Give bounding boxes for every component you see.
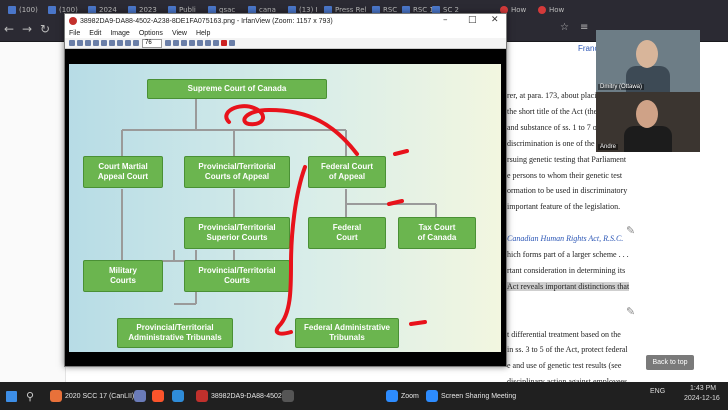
video-tile-dmitry: Dmitry (Ottawa) (596, 30, 700, 92)
print-icon[interactable] (85, 40, 91, 46)
edit-icon[interactable]: ✎ (626, 224, 638, 237)
irfanview-icon (196, 390, 208, 402)
text-line: rsuing genetic testing that Parliament (507, 154, 627, 164)
irfanview-app-icon (69, 17, 77, 25)
app-icon (282, 390, 294, 402)
menu-item-file[interactable]: File (69, 30, 80, 37)
vscode-icon (172, 390, 184, 402)
irfanview-toolbar: 76 (65, 38, 506, 49)
text-line: e persons to whom their genetic test (507, 170, 623, 180)
court-structure-diagram: Supreme Court of Canada Court Martial App… (69, 64, 501, 352)
tab-icon (8, 5, 16, 14)
paint-icon[interactable] (221, 40, 227, 46)
irfanview-menu-bar: File Edit Image Options View Help (65, 28, 506, 38)
text-line: ormation to be used in discriminatory (507, 186, 628, 196)
taskbar-app[interactable] (172, 388, 187, 404)
menu-item-view[interactable]: View (172, 30, 187, 37)
start-button[interactable] (6, 388, 17, 404)
image-canvas[interactable]: Supreme Court of Canada Court Martial App… (65, 49, 506, 366)
text-line: and substance of ss. 1 to 7 of (507, 122, 600, 132)
irfanview-title-bar[interactable]: 38982DA9-DA88-4502-A238-8DE1FA075163.png… (65, 14, 506, 28)
fit-icon[interactable] (165, 40, 171, 46)
taskbar-date[interactable]: 2024-12-16 (684, 395, 720, 402)
r-icon (134, 390, 146, 402)
taskbar-language[interactable]: ENG (650, 388, 665, 395)
taskbar-app[interactable] (152, 388, 167, 404)
menu-item-options[interactable]: Options (139, 30, 163, 37)
firefox-icon (50, 390, 62, 402)
taskbar-app-label: Zoom (401, 392, 419, 400)
browser-tab-label: (100) (19, 5, 38, 14)
text-line: t differential treatment based on the (507, 329, 621, 339)
browser-tab[interactable]: (100) (8, 3, 38, 16)
text-line: the short title of the Act (the (507, 106, 598, 116)
close-icon[interactable]: ✕ (491, 15, 499, 25)
taskbar-time[interactable]: 1:43 PM (690, 385, 716, 392)
tab-icon (48, 5, 56, 14)
menu-item-help[interactable]: Help (196, 30, 210, 37)
participant-name: Dmitry (Ottawa) (598, 84, 644, 90)
zoom-input[interactable]: 76 (142, 39, 162, 48)
taskbar-app[interactable]: Zoom (386, 388, 419, 404)
taskbar-app[interactable] (282, 388, 297, 404)
previous-icon[interactable] (189, 40, 195, 46)
text-line: discrimination is one of the (507, 138, 595, 148)
fullscreen-icon[interactable] (173, 40, 179, 46)
minimize-icon[interactable]: – (443, 15, 448, 25)
bookmark-star-icon[interactable]: ☆ (560, 22, 569, 33)
maximize-icon[interactable]: □ (468, 15, 477, 25)
taskbar-app[interactable] (134, 388, 149, 404)
page-left-margin (0, 42, 66, 382)
edit-icon[interactable]: ✎ (626, 305, 638, 318)
taskbar-app[interactable]: 2020 SCC 17 (CanLII) | R (50, 388, 145, 404)
back-to-top-button[interactable]: Back to top (646, 355, 694, 370)
participant-name: Andre (598, 144, 619, 150)
undo-icon[interactable] (117, 40, 123, 46)
zoom-out-icon[interactable] (133, 40, 139, 46)
browser-menu-icon[interactable]: ≡ (580, 22, 588, 33)
search-icon[interactable]: ⚲ (26, 388, 34, 404)
forward-arrow-icon[interactable]: → (22, 22, 32, 36)
text-line: hich forms part of a larger scheme . . . (507, 250, 629, 259)
delete-icon[interactable] (101, 40, 107, 46)
text-line: in ss. 3 to 5 of the Act, protect federa… (507, 345, 628, 355)
video-tile-andre: Andre (596, 92, 700, 152)
taskbar-app-label: 38982DA9-DA88-4502-... (211, 392, 290, 400)
browser-tab-label: How (549, 5, 565, 14)
text-line: Canadian Human Rights Act, R.S.C. (507, 234, 624, 244)
last-icon[interactable] (213, 40, 219, 46)
zoom-in-icon[interactable] (125, 40, 131, 46)
text-line: e and use of genetic test results (see (507, 361, 622, 371)
zoom-share-icon (426, 390, 438, 402)
browser-tab[interactable]: How (538, 3, 564, 16)
first-icon[interactable] (205, 40, 211, 46)
next-icon[interactable] (197, 40, 203, 46)
taskbar-app-label: Screen Sharing Meeting (441, 392, 517, 400)
save-icon[interactable] (77, 40, 83, 46)
red-annotation-strokes (224, 104, 427, 336)
window-title: 38982DA9-DA88-4502-A238-8DE1FA075163.png… (80, 17, 333, 25)
zoom-icon (386, 390, 398, 402)
copy-icon[interactable] (93, 40, 99, 46)
browser-tab-label: How (511, 5, 527, 14)
irfanview-window[interactable]: 38982DA9-DA88-4502-A238-8DE1FA075163.png… (64, 13, 507, 367)
text-line: rer, at para. 173, about placin (507, 91, 601, 100)
refresh-icon[interactable]: ↻ (40, 22, 50, 36)
text-line: rtant consideration in determining its (507, 265, 626, 275)
slideshow-icon[interactable] (181, 40, 187, 46)
taskbar-app[interactable]: Screen Sharing Meeting (426, 388, 516, 404)
menu-item-image[interactable]: Image (110, 30, 129, 37)
text-line: important feature of the legislation. (507, 202, 621, 212)
taskbar-app[interactable]: 38982DA9-DA88-4502-... (196, 388, 290, 404)
brave-icon (152, 390, 164, 402)
tab-icon (538, 5, 546, 14)
open-icon[interactable] (69, 40, 75, 46)
back-arrow-icon[interactable]: ← (4, 22, 14, 36)
menu-item-edit[interactable]: Edit (89, 30, 101, 37)
text-line: Act reveals important distinctions that (507, 281, 630, 291)
info-icon[interactable] (229, 40, 235, 46)
rotate-icon[interactable] (109, 40, 115, 46)
